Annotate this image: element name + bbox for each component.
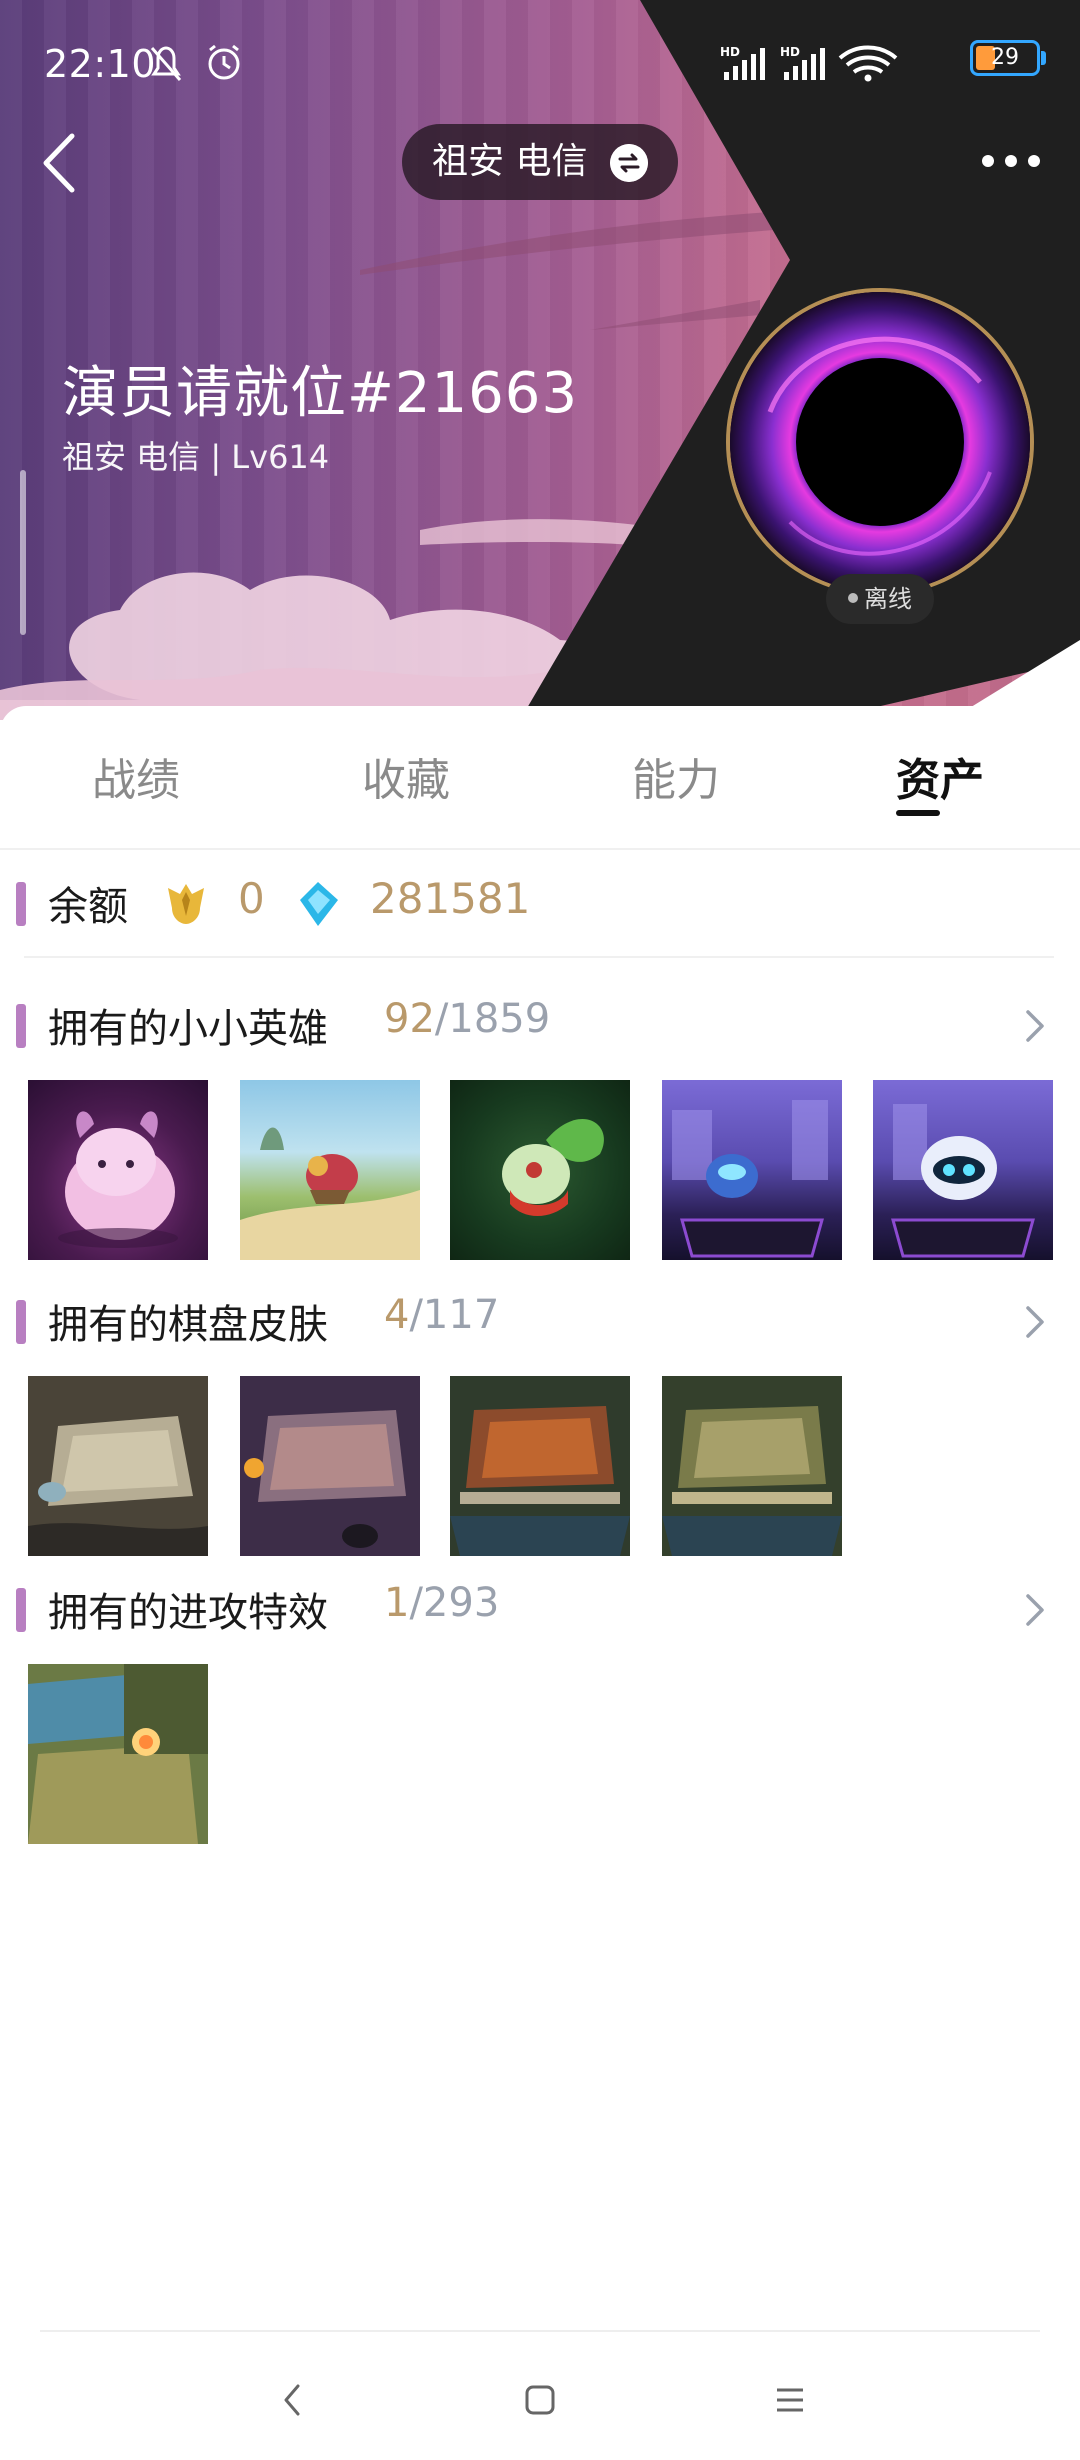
section-accent-bar — [16, 1004, 26, 1048]
section-count: 1/293 — [384, 1580, 499, 1626]
scroll-indicator — [20, 470, 26, 635]
volcanic-board-image — [240, 1376, 420, 1556]
player-server-level: 祖安 电信 | Lv614 — [62, 438, 330, 476]
blue-robot-image-2 — [891, 1104, 1035, 1258]
back-arrow-icon[interactable] — [38, 128, 82, 198]
profile-header: 22:10 HD HD 29 祖安 电信 演员请就位#21663 祖安 电信 |… — [0, 0, 1080, 720]
stone-board-image — [28, 1376, 208, 1556]
section-title: 拥有的小小英雄 — [48, 1006, 328, 1052]
hero-thumb-blue-robot-arena[interactable] — [662, 1080, 842, 1260]
battery-icon: 29 — [970, 40, 1046, 76]
section-title: 拥有的棋盘皮肤 — [48, 1302, 328, 1348]
avatar[interactable] — [726, 288, 1034, 596]
gold-coin-icon — [168, 884, 204, 924]
tab-assets[interactable]: 资产 — [896, 744, 984, 808]
mute-bell-icon — [150, 44, 240, 81]
board-thumb-lava-board[interactable] — [450, 1376, 630, 1556]
bird-creature-image — [240, 1127, 420, 1260]
total-count: /117 — [409, 1292, 500, 1338]
section-title: 拥有的进攻特效 — [48, 1590, 328, 1636]
player-name: 演员请就位#21663 — [62, 361, 579, 426]
nav-divider — [40, 2330, 1040, 2332]
total-count: /1859 — [434, 996, 551, 1042]
gold-amount: 0 — [238, 874, 265, 923]
hero-thumb-green-leaf-sprite[interactable] — [450, 1080, 630, 1260]
section-count: 4/117 — [384, 1292, 499, 1338]
section-count: 92/1859 — [384, 996, 550, 1042]
section-accent-bar — [16, 1300, 26, 1344]
attack-effect-image — [28, 1664, 208, 1844]
status-time: 22:10 — [44, 42, 157, 86]
leaf-sprite-image — [502, 1118, 604, 1216]
owned-count: 4 — [384, 1292, 410, 1338]
hero-thumb-bird-on-road[interactable] — [240, 1080, 420, 1260]
swap-icon — [610, 144, 648, 182]
chevron-right-icon[interactable] — [1014, 1302, 1054, 1342]
hero-thumb-pink-horned-creature[interactable] — [28, 1080, 208, 1260]
total-count: /293 — [409, 1580, 500, 1626]
signal-wifi-icons: HD HD — [720, 45, 898, 82]
nav-home-icon[interactable] — [524, 2384, 556, 2416]
effect-thumb-attack-effect-board[interactable] — [28, 1664, 208, 1844]
svg-text:HD: HD — [780, 45, 800, 59]
tab-records[interactable]: 战绩 — [92, 744, 180, 808]
more-options-icon[interactable] — [980, 146, 1042, 176]
gem-icon — [300, 882, 338, 926]
nav-menu-icon[interactable] — [774, 2384, 806, 2416]
status-bar: 22:10 HD HD 29 — [40, 36, 1046, 96]
profile-content: 战绩 收藏 能力 资产 余额 0 281581 拥有的小小英雄 92/1859 — [0, 706, 1080, 2460]
board-thumb-forest-board[interactable] — [662, 1376, 842, 1556]
owned-count: 92 — [384, 996, 435, 1042]
forest-board-image — [662, 1376, 842, 1556]
status-badge-label: 离线 — [864, 585, 912, 613]
chevron-right-icon[interactable] — [1014, 1590, 1054, 1630]
tab-favorites[interactable]: 收藏 — [362, 744, 450, 808]
owned-count: 1 — [384, 1580, 410, 1626]
chevron-right-icon[interactable] — [1014, 1006, 1054, 1046]
hero-thumb-blue-robot-arena-2[interactable] — [873, 1080, 1053, 1260]
divider — [24, 956, 1054, 958]
blue-robot-image — [672, 1100, 828, 1258]
pink-creature-image — [58, 1111, 178, 1248]
system-navigation-bar — [0, 2330, 1080, 2460]
tab-bar: 战绩 收藏 能力 资产 — [0, 706, 1080, 850]
gem-amount: 281581 — [370, 874, 531, 923]
battery-level: 29 — [991, 45, 1019, 70]
active-tab-indicator — [896, 810, 940, 816]
board-thumb-stone-board[interactable] — [28, 1376, 208, 1556]
section-accent-bar — [16, 882, 26, 926]
board-thumb-volcanic-board[interactable] — [240, 1376, 420, 1556]
status-badge: 离线 — [826, 574, 934, 624]
tab-ability[interactable]: 能力 — [632, 744, 720, 808]
nav-back-icon[interactable] — [278, 2380, 308, 2420]
server-switch-button[interactable]: 祖安 电信 — [402, 124, 678, 200]
black-hole-avatar-image — [730, 292, 1030, 592]
server-label: 祖安 电信 — [432, 141, 588, 182]
section-accent-bar — [16, 1588, 26, 1632]
lava-board-image — [450, 1376, 630, 1556]
svg-text:HD: HD — [720, 45, 740, 59]
balance-title: 余额 — [48, 884, 128, 930]
